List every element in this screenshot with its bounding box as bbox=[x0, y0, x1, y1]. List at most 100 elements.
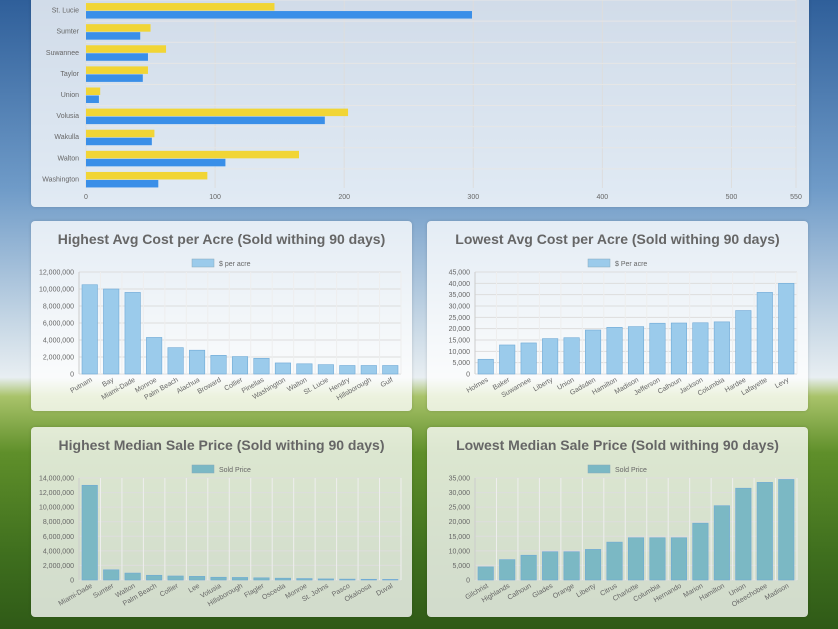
x-tick-label: 300 bbox=[467, 194, 479, 201]
x-tick-label: Glades bbox=[531, 582, 554, 599]
x-tick-label: 0 bbox=[84, 194, 88, 201]
bar bbox=[317, 364, 334, 375]
x-tick-label: Sumter bbox=[92, 582, 116, 600]
bar bbox=[520, 554, 537, 581]
y-tick-label: 10,000 bbox=[449, 349, 471, 356]
highest-median-price-chart: Sold Price 0 2,000,000 4,000,000 6,000,000 8,… bbox=[39, 464, 402, 608]
county-acreage-chart: 0 100 200 300 400 500 550 St. Lucie Sumter Suwann… bbox=[42, 0, 802, 201]
y-tick-label: 15,000 bbox=[449, 534, 471, 541]
lowest-avg-cost-chart: $ Per acre 0 5,000 10,000 15,000 20,000 25,000… bbox=[449, 258, 798, 399]
x-tick-label: Osceola bbox=[261, 583, 287, 602]
x-tick-label: Madison bbox=[764, 583, 791, 602]
bar bbox=[563, 337, 580, 375]
y-tick-label: 0 bbox=[70, 578, 74, 585]
bar bbox=[778, 283, 795, 375]
y-tick-label: 2,000,000 bbox=[43, 563, 74, 570]
legend-swatch bbox=[587, 258, 611, 268]
bar bbox=[360, 365, 377, 375]
bar bbox=[499, 559, 516, 581]
y-tick-label: Volusia bbox=[56, 113, 79, 120]
x-tick-label: Levy bbox=[774, 376, 791, 390]
bar bbox=[86, 66, 148, 74]
bar bbox=[86, 74, 143, 82]
y-tick-label: Washington bbox=[42, 176, 79, 183]
bar bbox=[296, 578, 313, 581]
bar bbox=[649, 322, 666, 375]
legend-label: Sold Price bbox=[615, 467, 647, 474]
x-tick-label: 400 bbox=[597, 194, 609, 201]
x-tick-label: 100 bbox=[209, 194, 221, 201]
bar bbox=[360, 578, 377, 581]
bar bbox=[86, 45, 167, 53]
bar bbox=[606, 541, 623, 581]
bar bbox=[649, 537, 666, 581]
y-tick-label: Taylor bbox=[60, 71, 79, 78]
bar bbox=[86, 53, 148, 61]
y-tick-label: Walton bbox=[57, 155, 79, 162]
y-tick-label: Suwannee bbox=[46, 50, 79, 57]
y-tick-label: 30,000 bbox=[449, 304, 471, 311]
x-tick-label: Lee bbox=[187, 583, 201, 595]
y-tick-label: 0 bbox=[466, 578, 470, 585]
bar bbox=[627, 537, 645, 581]
highest-avg-cost-chart: $ per acre 0 2,000,000 4,000,000 6,000,000 8,… bbox=[39, 258, 402, 402]
bar bbox=[735, 310, 752, 375]
bar bbox=[86, 129, 155, 138]
bar bbox=[103, 288, 120, 375]
bar bbox=[86, 116, 325, 125]
bar bbox=[103, 569, 120, 581]
y-tick-label: 20,000 bbox=[449, 519, 471, 526]
x-tick-label: 500 bbox=[726, 194, 738, 201]
bar bbox=[231, 577, 249, 581]
legend-swatch bbox=[191, 464, 215, 474]
bar bbox=[627, 326, 645, 375]
county-acreage-chart-panel: 0 100 200 300 400 500 550 St. Lucie Sumter Suwann… bbox=[31, 0, 809, 207]
bar bbox=[477, 566, 494, 581]
x-tick-label: 200 bbox=[338, 194, 350, 201]
bar bbox=[542, 338, 559, 375]
bar bbox=[606, 327, 623, 375]
y-tick-label: Sumter bbox=[56, 29, 79, 36]
x-tick-label: Miami-Dade bbox=[58, 583, 94, 608]
x-tick-label: Collier bbox=[159, 582, 180, 598]
bar bbox=[231, 356, 249, 375]
y-tick-label: 12,000,000 bbox=[39, 490, 74, 497]
lowest-median-price-panel: Lowest Median Sale Price (Sold withing 9… bbox=[427, 427, 808, 617]
y-tick-label: Wakulla bbox=[54, 134, 79, 141]
bar bbox=[86, 171, 208, 180]
bar bbox=[210, 355, 227, 375]
x-tick-label: Broward bbox=[196, 377, 222, 396]
x-tick-label: Liberty bbox=[575, 582, 597, 599]
bar bbox=[692, 522, 709, 581]
bar bbox=[692, 322, 709, 375]
bar bbox=[210, 576, 227, 581]
bar bbox=[670, 537, 687, 581]
bar bbox=[86, 158, 226, 167]
bar bbox=[735, 487, 752, 581]
y-tick-label: 0 bbox=[70, 372, 74, 379]
bar bbox=[86, 24, 151, 32]
bar bbox=[477, 358, 494, 375]
bar bbox=[86, 179, 159, 188]
y-tick-label: 15,000 bbox=[449, 338, 471, 345]
y-tick-label: St. Lucie bbox=[52, 8, 79, 15]
bar bbox=[124, 572, 141, 581]
lowest-avg-cost-panel: Lowest Avg Cost per Acre (Sold withing 9… bbox=[427, 221, 808, 411]
x-tick-label: Calhoun bbox=[507, 583, 533, 602]
bar bbox=[253, 577, 270, 581]
y-tick-label: 10,000 bbox=[449, 548, 471, 555]
bar bbox=[585, 329, 602, 375]
bar bbox=[520, 342, 537, 375]
y-tick-label: 10,000,000 bbox=[39, 287, 74, 294]
y-tick-label: 6,000,000 bbox=[43, 534, 74, 541]
bar bbox=[274, 577, 291, 581]
x-tick-label: St. Lucie bbox=[303, 377, 330, 397]
bar bbox=[713, 505, 730, 581]
bar bbox=[382, 579, 399, 581]
bar bbox=[563, 551, 580, 581]
y-tick-label: 20,000 bbox=[449, 326, 471, 333]
bar bbox=[253, 357, 270, 375]
bar bbox=[778, 479, 795, 581]
x-tick-label: 550 bbox=[790, 194, 802, 201]
bar bbox=[86, 11, 472, 19]
